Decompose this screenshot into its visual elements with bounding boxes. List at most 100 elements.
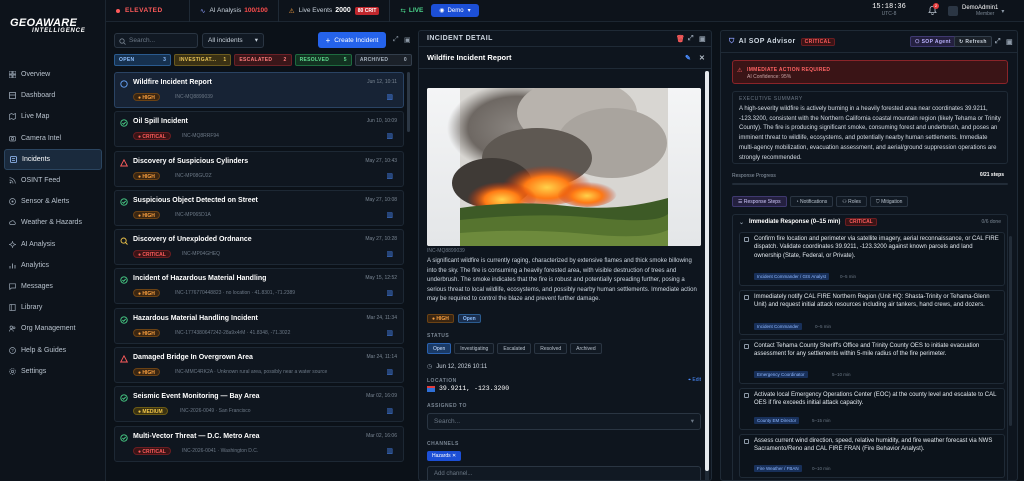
pencil-icon[interactable]: ✎: [685, 54, 691, 62]
book-icon[interactable]: ▥: [386, 329, 393, 337]
org-icon: [8, 325, 16, 333]
status-archived-button[interactable]: Archived: [570, 343, 602, 354]
list-item[interactable]: Damaged Bridge In Overgrown Area Mar 24,…: [114, 347, 404, 384]
step-checkbox[interactable]: [744, 237, 749, 242]
sidebar-item-weather-hazards[interactable]: Weather & Hazards: [0, 212, 106, 233]
list-item[interactable]: Discovery of Unexploded Ordnance May 27,…: [114, 229, 404, 266]
analytics-icon: [8, 261, 16, 269]
phase-header[interactable]: ⌄ Immediate Response (0–15 min) CRITICAL…: [733, 215, 1007, 229]
book-icon[interactable]: ▥: [386, 132, 393, 140]
sidebar-item-live-map[interactable]: Live Map: [0, 106, 106, 127]
edit-label: Edit: [692, 377, 701, 383]
demo-selector[interactable]: ◉ Demo ▾: [431, 4, 479, 17]
channel-chip[interactable]: Hazards ✕: [427, 451, 462, 461]
sidebar-item-org-management[interactable]: Org Management: [0, 318, 106, 339]
tab-roles[interactable]: ⚇ Roles: [836, 196, 867, 207]
expand-icon[interactable]: ⤢: [995, 38, 1001, 46]
book-icon[interactable]: ▥: [386, 407, 393, 415]
incident-photo[interactable]: [427, 88, 701, 246]
sop-scrollbar[interactable]: [1009, 236, 1012, 426]
edit-location-button[interactable]: ⌖ Edit: [688, 377, 701, 383]
close-icon[interactable]: ✕: [452, 453, 456, 459]
step-checkbox[interactable]: [744, 393, 749, 398]
list-item[interactable]: Incident of Hazardous Material Handling …: [114, 268, 404, 305]
book-icon[interactable]: ▥: [386, 250, 393, 258]
trash-icon[interactable]: 🗑: [676, 35, 685, 43]
status-open-button[interactable]: Open: [427, 343, 452, 354]
panel-icon[interactable]: ▣: [404, 36, 411, 44]
sidebar-item-label: Settings: [21, 367, 47, 375]
tab-label: Response Steps: [743, 199, 781, 205]
ai-analysis-status[interactable]: ∿ AI Analysis 100/100: [190, 0, 279, 22]
book-icon[interactable]: ▥: [386, 368, 393, 376]
tab-response-steps[interactable]: ☰ Response Steps: [732, 196, 787, 207]
item-date: Mar 24, 11:34: [366, 314, 397, 321]
ai-analysis-value: 100/100: [244, 7, 268, 14]
list-item[interactable]: Seismic Event Monitoring — Bay Area Mar …: [114, 386, 404, 423]
sidebar-item-analytics[interactable]: Analytics: [0, 255, 106, 276]
live-events-status[interactable]: ⚠ Live Events 2000 80 CRIT: [279, 0, 391, 22]
user-menu[interactable]: DemoAdmin1 Member ▾: [948, 3, 1018, 19]
tab-archived[interactable]: ARCHIVED 0: [354, 54, 413, 66]
live-indicator: ⇆ LIVE ◉ Demo ▾: [390, 0, 488, 22]
step-checkbox[interactable]: [744, 344, 749, 349]
step-checkbox[interactable]: [744, 439, 749, 444]
refresh-button[interactable]: ↻ Refresh: [954, 36, 992, 47]
book-icon[interactable]: ▥: [386, 172, 393, 180]
list-item[interactable]: Oil Spill Incident Jun 10, 10:09 ● CRITI…: [114, 111, 404, 148]
status-investigating-button[interactable]: Investigating: [454, 343, 495, 354]
tab-escalated[interactable]: ESCALATED 2: [234, 54, 292, 66]
sidebar-item-osint-feed[interactable]: OSINT Feed: [0, 170, 106, 191]
sidebar-item-library[interactable]: Library: [0, 297, 106, 318]
list-item[interactable]: Wildfire Incident Report Jun 12, 10:11 ●…: [114, 72, 404, 108]
tab-count: 0: [403, 57, 408, 63]
sidebar-item-incidents[interactable]: Incidents: [4, 148, 102, 170]
book-icon[interactable]: ▥: [386, 447, 393, 455]
tab-notifications[interactable]: ◔ Notifications: [789, 196, 834, 207]
sidebar-item-overview[interactable]: Overview: [0, 64, 106, 85]
detail-scrollbar[interactable]: [705, 71, 709, 480]
tab-open[interactable]: OPEN 3: [114, 54, 172, 66]
item-title: Incident of Hazardous Material Handling: [133, 275, 267, 283]
book-icon[interactable]: ▥: [386, 289, 393, 297]
sidebar-item-ai-analysis[interactable]: AI Analysis: [0, 234, 106, 255]
expand-icon[interactable]: ⤢: [393, 36, 399, 44]
tab-mitigation[interactable]: ⛉ Mitigation: [869, 196, 909, 207]
add-channel-input[interactable]: Add channel...: [427, 466, 701, 480]
sidebar-item-help-guides[interactable]: ? Help & Guides: [0, 339, 106, 360]
incident-search-input[interactable]: Search...: [114, 33, 198, 48]
phase-immediate-response: ⌄ Immediate Response (0–15 min) CRITICAL…: [732, 214, 1008, 480]
book-icon[interactable]: ▥: [386, 93, 393, 101]
gear-icon: [8, 367, 16, 375]
sop-agent-button[interactable]: ⎔ SOP Agent: [910, 36, 956, 47]
list-item[interactable]: Multi-Vector Threat — D.C. Metro Area Ma…: [114, 425, 404, 462]
list-item[interactable]: Hazardous Material Handling Incident Mar…: [114, 307, 404, 344]
tab-investigating[interactable]: INVESTIGAT... 1: [174, 54, 232, 66]
severity-badge: ● CRITICAL: [133, 132, 171, 141]
globe-icon: ◉: [439, 8, 445, 14]
notifications-button[interactable]: 2: [928, 3, 939, 15]
status-escalated-button[interactable]: Escalated: [497, 343, 532, 354]
sidebar-item-settings[interactable]: Settings: [0, 361, 106, 382]
sidebar-item-sensor-alerts[interactable]: Sensor & Alerts: [0, 191, 106, 212]
list-item[interactable]: Suspicious Object Detected on Street May…: [114, 189, 404, 226]
panel-icon[interactable]: ▣: [699, 35, 706, 43]
create-incident-button[interactable]: + Create Incident: [318, 32, 386, 48]
expand-icon[interactable]: ⤢: [688, 35, 694, 43]
list-item[interactable]: Discovery of Suspicious Cylinders May 27…: [114, 150, 404, 187]
sidebar-item-messages[interactable]: Messages: [0, 276, 106, 297]
book-icon[interactable]: ▥: [386, 211, 393, 219]
detail-scroll-thumb[interactable]: [705, 71, 709, 471]
close-icon[interactable]: ✕: [699, 54, 705, 62]
brand-logo[interactable]: GEOAWARE INTELLIGENCE: [10, 17, 100, 39]
status-resolved-button[interactable]: Resolved: [534, 343, 568, 354]
tab-resolved[interactable]: RESOLVED 5: [294, 54, 352, 66]
incident-filter-select[interactable]: All incidents ▾: [202, 33, 264, 48]
step-checkbox[interactable]: [744, 295, 749, 300]
sidebar-item-camera-intel[interactable]: Camera Intel: [0, 128, 106, 149]
severity-text: HIGH: [142, 173, 155, 180]
list-scrollbar[interactable]: [407, 72, 410, 132]
sidebar-item-dashboard[interactable]: Dashboard: [0, 85, 106, 106]
panel-icon[interactable]: ▣: [1006, 38, 1013, 46]
assign-search-input[interactable]: Search... ▾: [427, 413, 701, 430]
